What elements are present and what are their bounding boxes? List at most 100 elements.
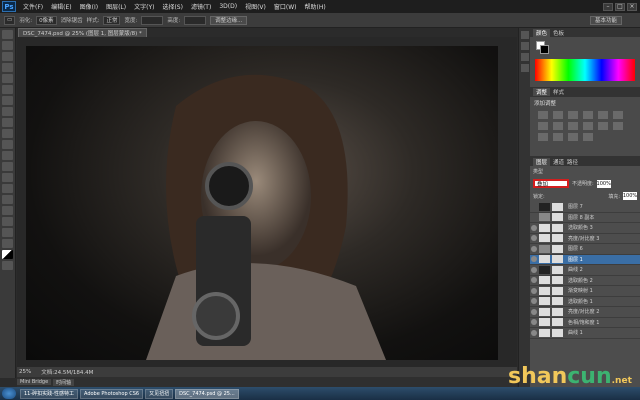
- layer-row[interactable]: 图层 8 副本: [530, 213, 640, 223]
- layer-row[interactable]: 亮度/对比度 2: [530, 307, 640, 318]
- tab-channels[interactable]: 通道: [553, 158, 564, 166]
- crop-tool-icon[interactable]: [2, 74, 13, 83]
- dodge-tool-icon[interactable]: [2, 173, 13, 182]
- menu-select[interactable]: 选择(S): [158, 2, 187, 11]
- menu-view[interactable]: 视图(V): [241, 2, 270, 11]
- layer-row[interactable]: 亮度/对比度 3: [530, 234, 640, 244]
- eye-icon[interactable]: [531, 256, 537, 263]
- eye-icon[interactable]: [531, 266, 537, 273]
- menu-image[interactable]: 图像(I): [76, 2, 102, 11]
- color-spectrum[interactable]: [535, 59, 635, 81]
- taskbar-item[interactable]: Adobe Photoshop CS6: [79, 388, 144, 399]
- tab-minibridge[interactable]: Mini Bridge: [17, 379, 52, 385]
- eye-icon[interactable]: [531, 224, 537, 231]
- marquee-tool-icon[interactable]: [2, 41, 13, 50]
- document-image[interactable]: [26, 46, 498, 360]
- width-input[interactable]: [141, 15, 164, 25]
- threshold-icon[interactable]: [553, 133, 563, 141]
- hand-tool-icon[interactable]: [2, 228, 13, 237]
- kind-filter[interactable]: 类型: [533, 168, 543, 175]
- eyedropper-tool-icon[interactable]: [2, 85, 13, 94]
- selective-color-icon[interactable]: [583, 133, 593, 141]
- quick-select-tool-icon[interactable]: [2, 63, 13, 72]
- hue-icon[interactable]: [613, 111, 623, 119]
- type-tool-icon[interactable]: [2, 195, 13, 204]
- blend-mode-select[interactable]: 叠加: [533, 179, 569, 188]
- balance-icon[interactable]: [538, 122, 548, 130]
- shape-tool-icon[interactable]: [2, 217, 13, 226]
- tab-paths[interactable]: 路径: [567, 158, 578, 166]
- tab-timeline[interactable]: 时间轴: [53, 378, 75, 386]
- curves-icon[interactable]: [568, 111, 578, 119]
- eye-icon[interactable]: [531, 287, 537, 294]
- layer-row[interactable]: 渐变映射 1: [530, 286, 640, 297]
- refine-edge-button[interactable]: 调整边缘...: [210, 15, 248, 25]
- brush-tool-icon[interactable]: [2, 107, 13, 116]
- feather-input[interactable]: 0像素: [36, 15, 57, 25]
- maximize-button[interactable]: □: [615, 2, 625, 11]
- quick-mask-icon[interactable]: [2, 261, 13, 270]
- tool-preset-icon[interactable]: ▭: [4, 15, 16, 25]
- eye-icon[interactable]: [531, 298, 537, 305]
- eye-icon[interactable]: [531, 277, 537, 284]
- photo-filter-icon[interactable]: [568, 122, 578, 130]
- lasso-tool-icon[interactable]: [2, 52, 13, 61]
- history-brush-tool-icon[interactable]: [2, 129, 13, 138]
- eye-icon[interactable]: [531, 235, 537, 242]
- taskbar-item[interactable]: DSC_7474.psd @ 25...: [175, 388, 239, 399]
- eye-icon[interactable]: [531, 308, 537, 315]
- tab-adjustments[interactable]: 调整: [533, 87, 551, 96]
- layer-row[interactable]: 选取颜色 1: [530, 297, 640, 307]
- eraser-tool-icon[interactable]: [2, 140, 13, 149]
- brightness-icon[interactable]: [538, 111, 548, 119]
- exposure-icon[interactable]: [583, 111, 593, 119]
- tab-layers[interactable]: 图层: [533, 157, 551, 166]
- style-select[interactable]: 正常: [103, 15, 121, 25]
- eye-icon[interactable]: [531, 245, 537, 252]
- paragraph-panel-icon[interactable]: [521, 64, 529, 72]
- blur-tool-icon[interactable]: [2, 162, 13, 171]
- eye-icon[interactable]: [531, 214, 537, 220]
- menu-help[interactable]: 帮助(H): [301, 2, 330, 11]
- posterize-icon[interactable]: [538, 133, 548, 141]
- workspace-select[interactable]: 基本功能: [589, 15, 622, 25]
- invert-icon[interactable]: [613, 122, 623, 130]
- channel-mixer-icon[interactable]: [583, 122, 593, 130]
- opacity-input[interactable]: 100%: [597, 179, 611, 188]
- tab-styles[interactable]: 样式: [553, 88, 564, 96]
- eye-icon[interactable]: [531, 319, 537, 326]
- menu-edit[interactable]: 编辑(E): [47, 2, 75, 11]
- eye-icon[interactable]: [531, 204, 537, 210]
- tab-swatches[interactable]: 色板: [553, 29, 564, 37]
- bw-icon[interactable]: [553, 122, 563, 130]
- layer-row[interactable]: 曲线 1: [530, 328, 640, 339]
- menu-filter[interactable]: 滤镜(T): [187, 2, 215, 11]
- properties-panel-icon[interactable]: [521, 42, 529, 50]
- menu-layer[interactable]: 图层(L): [102, 2, 130, 11]
- pen-tool-icon[interactable]: [2, 184, 13, 193]
- layer-row[interactable]: 图层 1: [530, 254, 640, 265]
- fill-input[interactable]: 100%: [623, 192, 637, 200]
- move-tool-icon[interactable]: [2, 30, 13, 39]
- layer-row[interactable]: 选取颜色 3: [530, 223, 640, 234]
- menu-file[interactable]: 文件(F): [19, 2, 47, 11]
- height-input[interactable]: [184, 15, 207, 25]
- healing-brush-tool-icon[interactable]: [2, 96, 13, 105]
- zoom-level[interactable]: 25%: [19, 369, 31, 375]
- layer-row[interactable]: 图层 7: [530, 202, 640, 213]
- vibrance-icon[interactable]: [598, 111, 608, 119]
- character-panel-icon[interactable]: [521, 53, 529, 61]
- history-panel-icon[interactable]: [521, 31, 529, 39]
- minimize-button[interactable]: –: [603, 2, 613, 11]
- path-select-tool-icon[interactable]: [2, 206, 13, 215]
- color-swatches-icon[interactable]: [2, 250, 13, 259]
- tab-color[interactable]: 颜色: [533, 28, 551, 37]
- document-tab[interactable]: DSC_7474.psd @ 25% (图层 1, 图层蒙版/8) *: [18, 28, 147, 37]
- background-color-swatch[interactable]: [540, 45, 549, 54]
- levels-icon[interactable]: [553, 111, 563, 119]
- start-button[interactable]: [2, 388, 16, 399]
- gradient-map-icon[interactable]: [568, 133, 578, 141]
- lookup-icon[interactable]: [598, 122, 608, 130]
- layer-row[interactable]: 曲线 2: [530, 265, 640, 276]
- layer-row[interactable]: 图层 6: [530, 244, 640, 255]
